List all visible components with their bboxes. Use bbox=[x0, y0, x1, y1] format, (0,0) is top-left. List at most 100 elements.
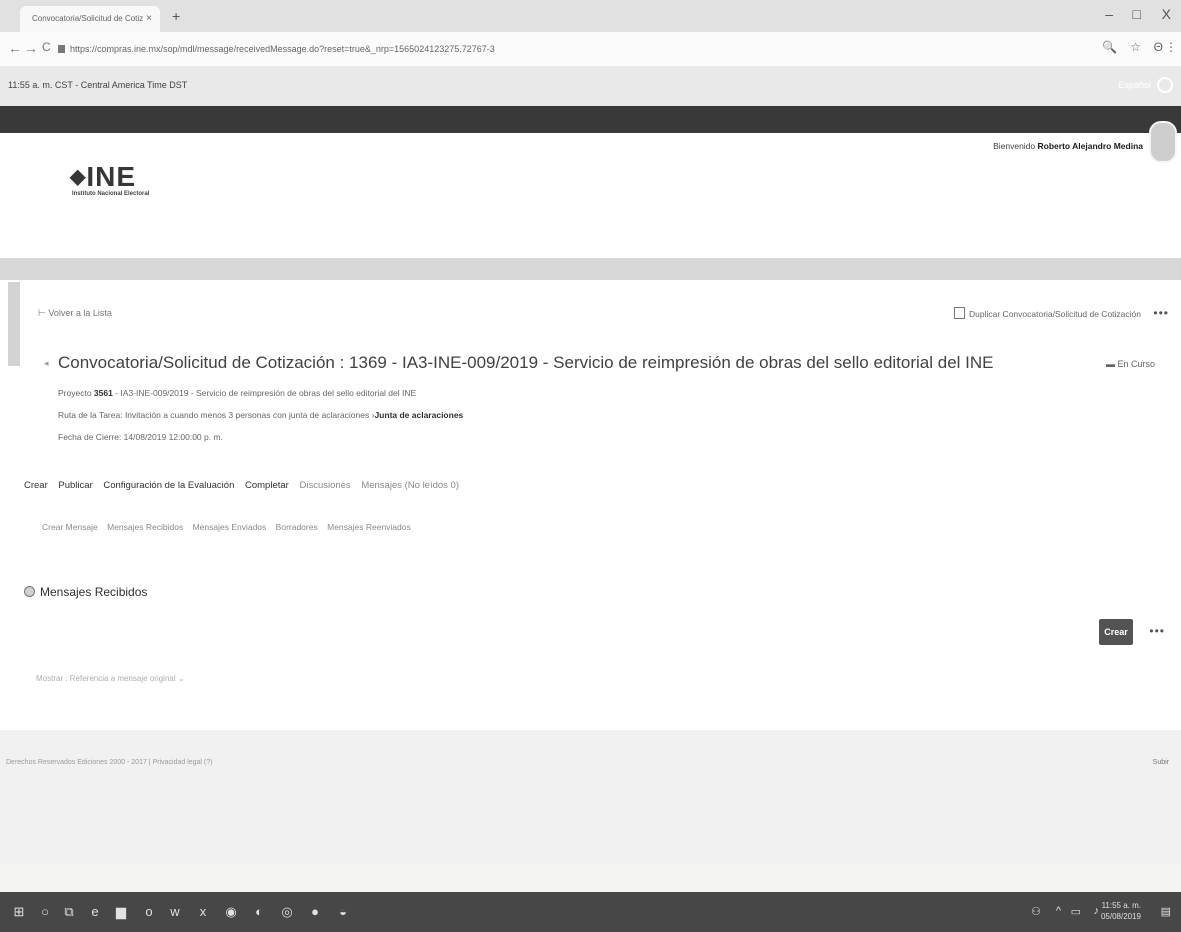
app-icon-2[interactable]: ◎ bbox=[278, 903, 296, 921]
messages-more-button[interactable]: ••• bbox=[1149, 624, 1165, 638]
reload-icon[interactable]: C bbox=[42, 40, 51, 54]
address-bar-row: ← → C https://compras.ine.mx/sop/mdl/mes… bbox=[0, 32, 1181, 67]
clock-time: 11:55 a. m. bbox=[1101, 901, 1141, 910]
edge-browser-icon[interactable]: e bbox=[86, 903, 104, 921]
main-content: ⊢ Volver a la Lista Duplicar Convocatori… bbox=[0, 280, 1181, 730]
search-icon[interactable]: ○ bbox=[36, 903, 54, 921]
tab-mensajes[interactable]: Mensajes (No leídos 0) bbox=[361, 480, 459, 491]
subtab-borradores[interactable]: Borradores bbox=[276, 522, 318, 532]
close-tab-icon[interactable]: × bbox=[146, 6, 152, 32]
status-label: En Curso bbox=[1117, 359, 1155, 369]
welcome-message: Bienvenido Roberto Alejandro Medina bbox=[993, 141, 1143, 151]
message-subtabs: Crear Mensaje Mensajes Recibidos Mensaje… bbox=[42, 522, 418, 532]
windows-start-icon[interactable]: ⊞ bbox=[10, 903, 28, 921]
chevron-up-icon[interactable]: ^ bbox=[1056, 905, 1061, 917]
chevron-down-icon: ⌄ bbox=[177, 674, 185, 683]
route-current: Junta de aclaraciones bbox=[374, 410, 464, 420]
browser-tab-bar: Convocatoria/Solicitud de Cotiz × + – □ … bbox=[0, 0, 1181, 32]
page-footer: Derechos Reservados Ediciones 2000 - 201… bbox=[0, 730, 1181, 864]
lock-icon bbox=[58, 45, 65, 53]
section-title-label: Mensajes Recibidos bbox=[40, 585, 148, 599]
system-clock[interactable]: 11:55 a. m. 05/08/2019 bbox=[1101, 900, 1141, 922]
page-header: Bienvenido Roberto Alejandro Medina ◆INE… bbox=[0, 121, 1181, 258]
power-icon[interactable] bbox=[1157, 77, 1173, 93]
project-description: - IA3-INE-009/2019 - Servicio de reimpre… bbox=[115, 388, 417, 398]
person-icon[interactable]: ⚇ bbox=[1031, 905, 1041, 918]
tab-configuracion-evaluacion[interactable]: Configuración de la Evaluación bbox=[103, 480, 234, 491]
forward-arrow-icon[interactable]: → bbox=[24, 40, 38, 56]
filter-label: Mostrar : Referencia a mensaje original bbox=[36, 674, 176, 683]
back-to-list-label: Volver a la Lista bbox=[48, 308, 112, 318]
app-icon[interactable]: ◐ bbox=[250, 903, 268, 921]
header-more-button[interactable]: ••• bbox=[1153, 306, 1169, 320]
ine-logo: ◆INE Instituto Nacional Electoral bbox=[70, 163, 150, 198]
new-tab-button[interactable]: + bbox=[172, 8, 180, 24]
scroll-top-link[interactable]: Subir bbox=[1153, 759, 1169, 766]
copyright-text: Derechos Reservados Ediciones 2000 - 201… bbox=[6, 759, 213, 766]
welcome-prefix: Bienvenido bbox=[993, 141, 1036, 151]
duplicate-label: Duplicar Convocatoria/Solicitud de Cotiz… bbox=[969, 309, 1141, 319]
close-date: Fecha de Cierre: 14/08/2019 12:00:00 p. … bbox=[58, 432, 223, 442]
outlook-icon[interactable]: o bbox=[140, 903, 158, 921]
minimize-button[interactable]: – bbox=[1105, 6, 1113, 22]
avatar[interactable] bbox=[1149, 121, 1177, 163]
tab-completar[interactable]: Completar bbox=[245, 480, 289, 491]
close-window-button[interactable]: X bbox=[1162, 6, 1171, 22]
os-taskbar: ⊞ ○ ⧉ e ▆ o w x ◉ ◐ ◎ ● ◒ ⚇ ^ ▭ ♪ 11:55 … bbox=[0, 892, 1181, 932]
notifications-icon[interactable]: ▤ bbox=[1161, 905, 1171, 918]
language-link[interactable]: Español bbox=[1118, 80, 1151, 90]
browser-menu-icon[interactable]: ⋮ bbox=[1165, 40, 1177, 54]
duplicate-icon bbox=[954, 307, 966, 319]
logo-diamond-icon: ◆ bbox=[70, 166, 87, 188]
browser-tab-title: Convocatoria/Solicitud de Cotiz bbox=[32, 14, 144, 23]
main-tabs: Crear Publicar Configuración de la Evalu… bbox=[24, 480, 467, 491]
subtab-mensajes-reenviados[interactable]: Mensajes Reenviados bbox=[327, 522, 411, 532]
app-icon-3[interactable]: ● bbox=[306, 903, 324, 921]
user-name[interactable]: Roberto Alejandro Medina bbox=[1038, 141, 1143, 151]
bookmark-star-icon[interactable]: ☆ bbox=[1130, 40, 1141, 54]
back-arrow-icon: ⊢ bbox=[38, 308, 49, 318]
collapse-icon[interactable]: ◂ bbox=[44, 358, 49, 369]
route-label: Ruta de la Tarea: Invitación a cuando me… bbox=[58, 410, 370, 420]
sidebar-toggle[interactable] bbox=[8, 282, 20, 366]
tab-publicar[interactable]: Publicar bbox=[58, 480, 92, 491]
task-view-icon[interactable]: ⧉ bbox=[60, 903, 78, 921]
volume-icon[interactable]: ♪ bbox=[1094, 905, 1100, 917]
project-line: Proyecto 3561 - IA3-INE-009/2019 - Servi… bbox=[58, 388, 416, 398]
tab-crear[interactable]: Crear bbox=[24, 480, 48, 491]
tab-discusiones[interactable]: Discusiones bbox=[299, 480, 350, 491]
status-icon: ▬ bbox=[1105, 359, 1118, 369]
subtab-crear-mensaje[interactable]: Crear Mensaje bbox=[42, 522, 98, 532]
navigation-bar bbox=[0, 106, 1181, 133]
project-label: Proyecto bbox=[58, 388, 92, 398]
excel-icon[interactable]: x bbox=[194, 903, 212, 921]
app-icon-4[interactable]: ◒ bbox=[334, 903, 352, 921]
network-icon[interactable]: ▭ bbox=[1071, 905, 1081, 918]
section-title: Mensajes Recibidos bbox=[24, 585, 147, 599]
create-message-button[interactable]: Crear bbox=[1099, 619, 1133, 645]
url-input[interactable]: https://compras.ine.mx/sop/mdl/message/r… bbox=[58, 38, 1068, 60]
section-icon bbox=[24, 586, 35, 597]
back-to-list-link[interactable]: ⊢ Volver a la Lista bbox=[38, 308, 112, 319]
file-explorer-icon[interactable]: ▆ bbox=[112, 903, 130, 921]
maximize-button[interactable]: □ bbox=[1133, 6, 1141, 22]
url-text: https://compras.ine.mx/sop/mdl/message/r… bbox=[70, 44, 495, 54]
back-arrow-icon[interactable]: ← bbox=[8, 40, 22, 56]
time-zone-label: 11:55 a. m. CST - Central America Time D… bbox=[8, 80, 188, 90]
project-number-link[interactable]: 3561 bbox=[94, 388, 113, 398]
filter-dropdown[interactable]: Mostrar : Referencia a mensaje original … bbox=[36, 674, 185, 683]
browser-tab[interactable]: Convocatoria/Solicitud de Cotiz × bbox=[20, 6, 160, 32]
clock-date: 05/08/2019 bbox=[1100, 912, 1141, 921]
duplicate-link[interactable]: Duplicar Convocatoria/Solicitud de Cotiz… bbox=[954, 307, 1141, 319]
word-icon[interactable]: w bbox=[166, 903, 184, 921]
separator-band bbox=[0, 258, 1181, 280]
subtab-mensajes-recibidos[interactable]: Mensajes Recibidos bbox=[107, 522, 183, 532]
page-title: Convocatoria/Solicitud de Cotización : 1… bbox=[58, 353, 994, 372]
profile-icon[interactable]: Θ bbox=[1154, 40, 1163, 54]
subtab-mensajes-enviados[interactable]: Mensajes Enviados bbox=[193, 522, 267, 532]
route-line: Ruta de la Tarea: Invitación a cuando me… bbox=[58, 410, 464, 420]
logo-subtitle: Instituto Nacional Electoral bbox=[72, 191, 150, 197]
chrome-icon[interactable]: ◉ bbox=[222, 903, 240, 921]
status-badge: ▬ En Curso bbox=[1106, 359, 1155, 369]
zoom-icon[interactable]: 🔍 bbox=[1102, 40, 1117, 54]
